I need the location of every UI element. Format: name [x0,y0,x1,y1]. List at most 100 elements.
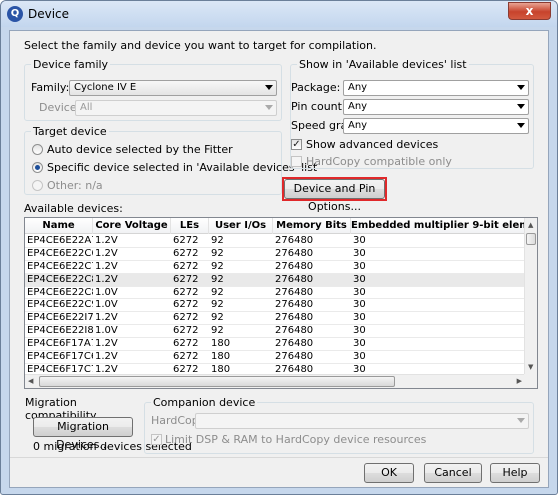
table-cell: 1.0V [95,299,118,311]
device-family-group-label: Device family [31,58,111,71]
table-row[interactable]: EP4CE6E22A7 1.2V 6272 92 276480 30 [25,235,525,248]
horizontal-scrollbar[interactable]: ◀ ▶ [25,374,525,388]
table-cell: 1.2V [95,235,118,246]
hardcopy-compatible-checkbox[interactable] [291,156,302,167]
table-row[interactable]: EP4CE6F17C6 1.2V 6272 180 276480 30 [25,351,525,364]
pin-count-select-value: Any [348,101,368,112]
table-cell: 6272 [173,247,199,259]
table-cell: 276480 [275,273,314,285]
device-family-group: Device family Family: Cyclone IV E Devic… [24,58,282,121]
scroll-right-icon[interactable]: ▶ [517,375,522,387]
table-cell: 30 [353,338,366,350]
table-cell: 1.0V [95,325,118,337]
table-cell: 276480 [275,286,314,298]
migration-group: Migration compatibility Migration Device… [23,396,192,454]
speed-grade-select-value: Any [348,120,368,131]
show-advanced-checkbox[interactable]: ✓ [291,139,302,150]
hardcopy-select[interactable] [195,413,529,429]
table-cell: EP4CE6E22C6 [27,247,93,259]
scroll-corner [524,374,537,388]
available-devices-table[interactable]: Name Core Voltage LEs User I/Os Memory B… [24,217,538,389]
migration-devices-button[interactable]: Migration Devices... [33,417,133,451]
table-cell: 30 [353,325,366,337]
quartus-app-icon: Q [7,6,23,22]
scroll-down-icon[interactable]: ▼ [528,361,533,373]
scroll-up-icon[interactable]: ▲ [528,219,533,231]
horizontal-scroll-thumb[interactable] [39,376,395,387]
target-device-group-label: Target device [31,125,109,138]
column-header-memory-bits[interactable]: Memory Bits [273,218,351,234]
title-bar: Q Device x [1,1,557,27]
devices-select[interactable]: All [75,100,277,116]
table-cell: EP4CE6E22I7 [27,312,93,324]
table-cell: 1.2V [95,312,118,324]
scroll-left-icon[interactable]: ◀ [28,375,33,387]
vertical-scroll-thumb[interactable] [526,233,536,245]
package-label: Package: [291,81,341,94]
column-header-core-voltage[interactable]: Core Voltage [93,218,171,234]
table-cell: 276480 [275,299,314,311]
table-cell: EP4CE6E22I8L [27,325,93,337]
speed-grade-select[interactable]: Any [343,118,529,134]
family-select[interactable]: Cyclone IV E [69,80,277,96]
table-cell: 6272 [173,312,199,324]
package-select[interactable]: Any [343,80,529,96]
target-device-group: Target device Auto device selected by th… [24,125,317,195]
chevron-down-icon [517,85,525,90]
table-header: Name Core Voltage LEs User I/Os Memory B… [25,218,525,234]
table-cell: 30 [353,273,366,285]
device-pin-options-button[interactable]: Device and Pin Options... [284,179,385,213]
package-select-value: Any [348,82,368,93]
table-cell: 6272 [173,235,199,246]
table-row[interactable]: EP4CE6E22C8L1.0V 6272 92 276480 30 [25,287,525,300]
table-cell: EP4CE6E22C8 [27,273,93,285]
specific-device-label: Specific device selected in 'Available d… [47,161,318,174]
table-cell: EP4CE6E22A7 [27,235,93,246]
help-button[interactable]: Help [490,463,540,483]
table-cell: 92 [211,312,224,324]
pin-count-select[interactable]: Any [343,99,529,115]
table-cell: EP4CE6E22C7 [27,260,93,272]
divider [10,457,548,458]
table-cell: 30 [353,260,366,272]
table-cell: 30 [353,299,366,311]
specific-device-radio[interactable] [32,162,43,173]
table-cell: 30 [353,286,366,298]
table-row[interactable]: EP4CE6E22C7 1.2V 6272 92 276480 30 [25,261,525,274]
vertical-scrollbar[interactable]: ▲ ▼ [524,218,537,374]
table-cell: 276480 [275,247,314,259]
other-device-radio[interactable] [32,180,43,191]
table-cell: 6272 [173,286,199,298]
limit-dsp-ram-checkbox[interactable]: ✓ [151,434,162,445]
table-cell: EP4CE6F17C6 [27,351,93,363]
table-cell: EP4CE6E22C8L [27,286,93,298]
column-header-les[interactable]: LEs [171,218,209,234]
table-cell: 276480 [275,325,314,337]
show-in-group: Show in 'Available devices' list Package… [290,58,534,169]
table-row[interactable]: EP4CE6E22I8L 1.0V 6272 92 276480 30 [25,325,525,339]
table-row[interactable]: EP4CE6E22C9L1.0V 6272 92 276480 30 [25,299,525,313]
column-header-embedded-multiplier[interactable]: Embedded multiplier 9-bit elements [351,218,525,234]
table-row[interactable]: EP4CE6E22I7 1.2V 6272 92 276480 30 [25,312,525,326]
column-header-user-ios[interactable]: User I/Os [209,218,273,234]
show-in-group-label: Show in 'Available devices' list [297,58,469,71]
table-cell: 276480 [275,351,314,363]
table-cell: 6272 [173,273,199,285]
table-cell: 6272 [173,260,199,272]
column-header-name[interactable]: Name [25,218,93,234]
table-row[interactable]: EP4CE6E22C6 1.2V 6272 92 276480 30 [25,248,525,261]
table-cell: 6272 [173,299,199,311]
chevron-down-icon [517,418,525,423]
auto-device-radio[interactable] [32,144,43,155]
cancel-button[interactable]: Cancel [424,463,482,483]
table-cell: 92 [211,273,224,285]
close-button[interactable]: x [508,2,551,20]
chevron-down-icon [265,85,273,90]
table-row[interactable]: EP4CE6E22C8 1.2V 6272 92 276480 30 [25,273,525,287]
table-row[interactable]: EP4CE6F17A7 1.2V 6272 180 276480 30 [25,338,525,352]
companion-device-group-label: Companion device [151,396,258,409]
table-cell: 30 [353,235,366,246]
table-cell: 276480 [275,338,314,350]
ok-button[interactable]: OK [364,463,414,483]
family-select-value: Cyclone IV E [74,82,137,93]
